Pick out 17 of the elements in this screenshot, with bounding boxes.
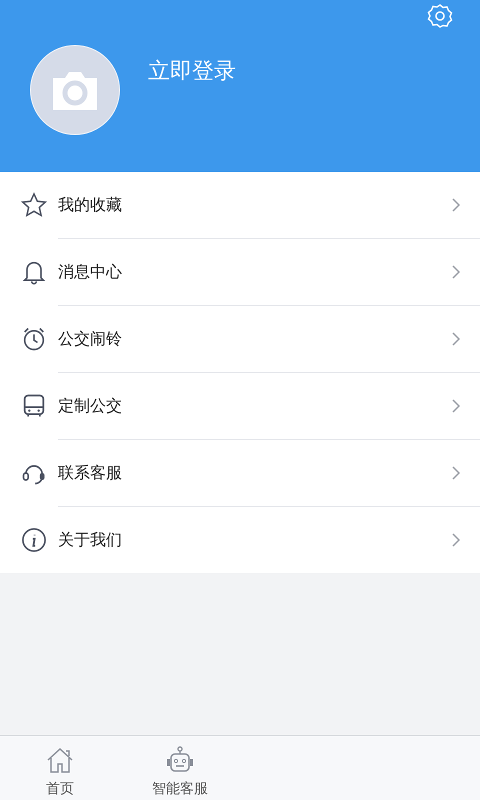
menu-item[interactable]: 公交闹铃 (0, 305, 480, 372)
menu-item[interactable]: 联系客服 (0, 439, 480, 506)
chevron-right-icon (452, 399, 460, 413)
menu-item[interactable]: 定制公交 (0, 372, 480, 439)
menu-item[interactable]: 关于我们 (0, 506, 480, 573)
tab-item[interactable]: 智能客服 (120, 736, 240, 800)
settings-icon[interactable] (426, 2, 454, 30)
star-icon (20, 191, 48, 219)
menu-item[interactable]: 消息中心 (0, 238, 480, 305)
chevron-right-icon (452, 332, 460, 346)
chevron-right-icon (452, 198, 460, 212)
chevron-right-icon (452, 265, 460, 279)
menu-item[interactable]: 我的收藏 (0, 172, 480, 238)
chevron-right-icon (452, 466, 460, 480)
chevron-right-icon (452, 533, 460, 547)
info-icon (20, 526, 48, 554)
tab-item[interactable]: 首页 (0, 736, 120, 800)
